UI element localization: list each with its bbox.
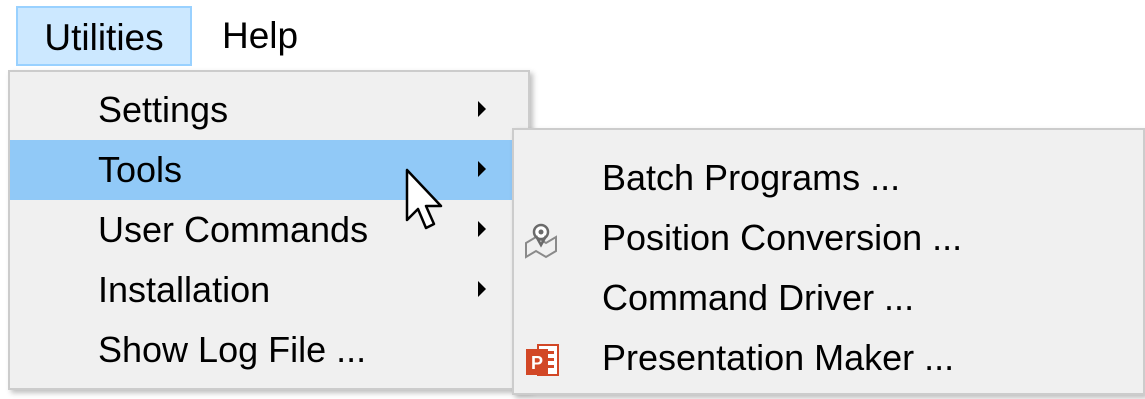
- menubar-item-utilities[interactable]: Utilities: [16, 6, 192, 66]
- menu-item-position-conversion[interactable]: Position Conversion ...: [514, 208, 1143, 268]
- map-pin-icon: [522, 219, 562, 259]
- menu-item-settings[interactable]: Settings: [10, 80, 528, 140]
- menu-item-show-log-file[interactable]: Show Log File ...: [10, 320, 528, 380]
- menu-item-command-driver[interactable]: Command Driver ...: [514, 268, 1143, 328]
- menu-item-label: Command Driver ...: [602, 277, 915, 318]
- tools-submenu: Batch Programs ... Position Conversion .…: [512, 128, 1145, 395]
- submenu-arrow-icon: [478, 101, 486, 117]
- menu-bar: Utilities Help: [0, 0, 1145, 72]
- menu-item-label: Position Conversion ...: [602, 217, 963, 258]
- menu-item-batch-programs[interactable]: Batch Programs ...: [514, 148, 1143, 208]
- submenu-arrow-icon: [478, 221, 486, 237]
- submenu-arrow-icon: [478, 161, 486, 177]
- mouse-cursor-icon: [405, 168, 443, 230]
- menu-item-presentation-maker[interactable]: P Presentation Maker ...: [514, 328, 1143, 388]
- menu-item-label: Presentation Maker ...: [602, 337, 955, 378]
- menu-item-label: Settings: [98, 89, 229, 130]
- menu-item-label: Batch Programs ...: [602, 157, 901, 198]
- menu-item-label: User Commands: [98, 209, 369, 250]
- menu-item-installation[interactable]: Installation: [10, 260, 528, 320]
- utilities-menu: Settings Tools User Commands Installatio…: [8, 70, 530, 390]
- menu-item-tools[interactable]: Tools: [10, 140, 528, 200]
- menu-item-user-commands[interactable]: User Commands: [10, 200, 528, 260]
- menu-item-label: Installation: [98, 269, 271, 310]
- submenu-arrow-icon: [478, 281, 486, 297]
- svg-text:P: P: [531, 353, 543, 373]
- menu-item-label: Tools: [98, 149, 183, 190]
- powerpoint-icon: P: [522, 339, 562, 379]
- menubar-item-help[interactable]: Help: [222, 6, 322, 66]
- menu-item-label: Show Log File ...: [98, 329, 367, 370]
